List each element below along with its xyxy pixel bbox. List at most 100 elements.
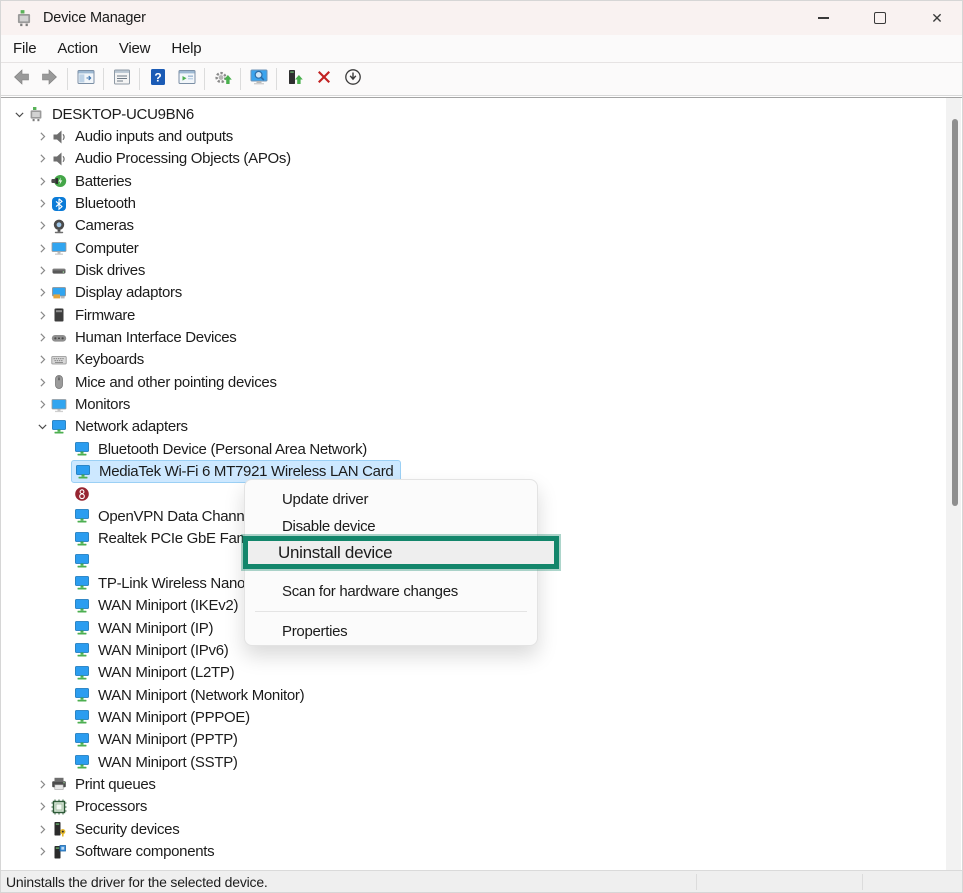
chevron-right-icon[interactable]	[33, 307, 51, 323]
network-adapter-icon	[74, 732, 90, 748]
vertical-scrollbar[interactable]	[946, 98, 961, 872]
toolbar-properties-window-button[interactable]	[107, 66, 136, 92]
toolbar-forward-arrow-button[interactable]	[35, 66, 64, 92]
toolbar-separator	[204, 68, 205, 90]
chevron-right-icon[interactable]	[33, 173, 51, 189]
tree-item-wan-miniport-pptp[interactable]: WAN Miniport (PPTP)	[1, 729, 962, 751]
chevron-right-icon[interactable]	[33, 397, 51, 413]
tree-item-disk-drives[interactable]: Disk drives	[1, 259, 962, 281]
tree-item-display-adaptors[interactable]: Display adaptors	[1, 282, 962, 304]
tree-item-batteries[interactable]: Batteries	[1, 170, 962, 192]
chevron-right-icon[interactable]	[33, 844, 51, 860]
chevron-right-icon[interactable]	[33, 263, 51, 279]
tree-item-label: WAN Miniport (Network Monitor)	[98, 687, 304, 704]
menu-help[interactable]: Help	[171, 40, 212, 57]
tree-item-print-queues[interactable]: Print queues	[1, 773, 962, 795]
statusbar-separator	[862, 874, 863, 890]
scrollbar-thumb[interactable]	[952, 119, 958, 506]
context-menu-item-scan-for-hardware-changes[interactable]: Scan for hardware changes	[245, 578, 537, 605]
chevron-right-icon[interactable]	[33, 799, 51, 815]
toolbar-update-driver-button[interactable]	[280, 66, 309, 92]
device-manager-app-icon	[15, 9, 33, 27]
context-menu-item-properties[interactable]: Properties	[245, 618, 537, 645]
menu-action[interactable]: Action	[57, 40, 109, 57]
tree-item-label: WAN Miniport (L2TP)	[98, 664, 234, 681]
tree-item-bluetooth-device-personal-area-network[interactable]: Bluetooth Device (Personal Area Network)	[1, 438, 962, 460]
disk-drive-icon	[51, 263, 67, 279]
tree-item-network-adapters[interactable]: Network adapters	[1, 416, 962, 438]
chevron-right-icon[interactable]	[33, 240, 51, 256]
maximize-icon	[874, 12, 886, 24]
tree-item-human-interface-devices[interactable]: Human Interface Devices	[1, 326, 962, 348]
status-bar: Uninstalls the driver for the selected d…	[1, 870, 962, 892]
chevron-placeholder	[56, 687, 74, 703]
chevron-right-icon[interactable]	[33, 374, 51, 390]
menu-file[interactable]: File	[13, 40, 47, 57]
tree-item-wan-miniport-pppoe[interactable]: WAN Miniport (PPPOE)	[1, 706, 962, 728]
tree-item-computer[interactable]: Computer	[1, 237, 962, 259]
tree-item-audio-inputs-and-outputs[interactable]: Audio inputs and outputs	[1, 125, 962, 147]
speaker-icon	[51, 151, 67, 167]
toolbar-show-console-tree-button[interactable]	[71, 66, 100, 92]
show-action-pane-icon	[177, 67, 197, 92]
chevron-right-icon[interactable]	[33, 129, 51, 145]
context-menu-item-uninstall-device[interactable]: Uninstall device	[243, 536, 559, 569]
tree-item-cameras[interactable]: Cameras	[1, 215, 962, 237]
chevron-down-icon[interactable]	[10, 106, 28, 122]
toolbar-scan-hardware-changes-button[interactable]	[244, 66, 273, 92]
chevron-right-icon[interactable]	[33, 218, 51, 234]
chevron-right-icon[interactable]	[33, 285, 51, 301]
close-button[interactable]: ✕	[914, 1, 960, 35]
speaker-icon	[51, 129, 67, 145]
toolbar-separator	[276, 68, 277, 90]
tree-item-label: Batteries	[75, 173, 132, 190]
titlebar: Device Manager ✕	[1, 1, 962, 35]
tree-item-bluetooth[interactable]: Bluetooth	[1, 192, 962, 214]
toolbar-separator	[240, 68, 241, 90]
tree-item-software-components[interactable]: Software components	[1, 840, 962, 862]
chevron-right-icon[interactable]	[33, 151, 51, 167]
tree-item-desktop-ucu9bn6[interactable]: DESKTOP-UCU9BN6	[1, 103, 962, 125]
tree-item-security-devices[interactable]: Security devices	[1, 818, 962, 840]
context-menu-separator	[255, 611, 527, 612]
menu-view[interactable]: View	[119, 40, 161, 57]
tree-item-firmware[interactable]: Firmware	[1, 304, 962, 326]
chevron-placeholder	[56, 598, 74, 614]
toolbar-back-arrow-button[interactable]	[6, 66, 35, 92]
tree-item-mice-and-other-pointing-devices[interactable]: Mice and other pointing devices	[1, 371, 962, 393]
back-arrow-icon	[11, 67, 31, 92]
chevron-placeholder	[56, 732, 74, 748]
tree-item-label: Realtek PCIe GbE Fam	[98, 530, 249, 547]
chevron-right-icon[interactable]	[33, 196, 51, 212]
toolbar-disable-device-button[interactable]	[338, 66, 367, 92]
menu-bar: File Action View Help	[1, 35, 962, 63]
chevron-placeholder	[56, 620, 74, 636]
toolbar-uninstall-device-button[interactable]	[309, 66, 338, 92]
toolbar-show-action-pane-button[interactable]	[172, 66, 201, 92]
network-adapter-icon	[74, 441, 90, 457]
chevron-right-icon[interactable]	[33, 352, 51, 368]
update-driver-icon	[285, 67, 305, 92]
toolbar-help-button[interactable]: ?	[143, 66, 172, 92]
tree-item-label: DESKTOP-UCU9BN6	[52, 106, 194, 123]
chevron-down-icon[interactable]	[33, 419, 51, 435]
tree-item-audio-processing-objects-apos[interactable]: Audio Processing Objects (APOs)	[1, 148, 962, 170]
tree-item-wan-miniport-l2tp[interactable]: WAN Miniport (L2TP)	[1, 662, 962, 684]
update-driver-software-icon	[213, 67, 233, 92]
minimize-button[interactable]	[800, 1, 846, 35]
tree-item-wan-miniport-network-monitor[interactable]: WAN Miniport (Network Monitor)	[1, 684, 962, 706]
tree-item-label: WAN Miniport (PPTP)	[98, 731, 238, 748]
chevron-right-icon[interactable]	[33, 330, 51, 346]
context-menu-item-update-driver[interactable]: Update driver	[245, 486, 537, 513]
tree-item-monitors[interactable]: Monitors	[1, 393, 962, 415]
tree-item-label: Display adaptors	[75, 284, 182, 301]
camera-icon	[51, 218, 67, 234]
tree-item-keyboards[interactable]: Keyboards	[1, 349, 962, 371]
chevron-right-icon[interactable]	[33, 776, 51, 792]
status-text: Uninstalls the driver for the selected d…	[6, 874, 268, 890]
toolbar-update-driver-software-button[interactable]	[208, 66, 237, 92]
chevron-right-icon[interactable]	[33, 821, 51, 837]
maximize-button[interactable]	[857, 1, 903, 35]
tree-item-processors[interactable]: Processors	[1, 796, 962, 818]
tree-item-wan-miniport-sstp[interactable]: WAN Miniport (SSTP)	[1, 751, 962, 773]
